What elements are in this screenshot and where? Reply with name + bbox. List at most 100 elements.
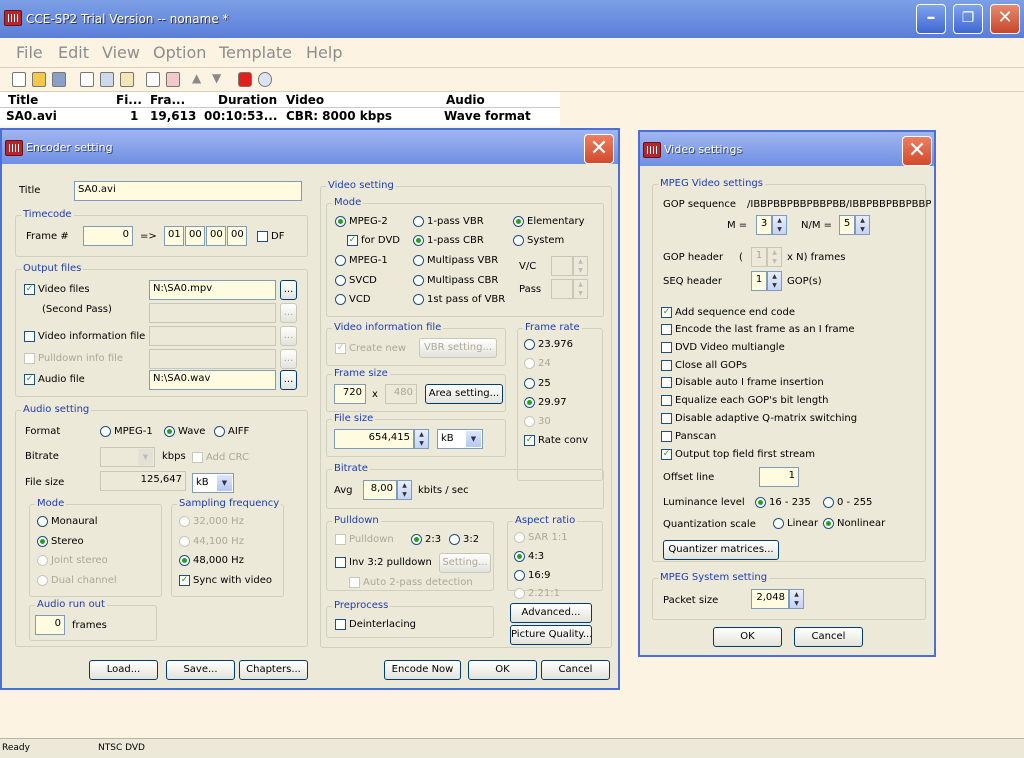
- elementary-radio[interactable]: [513, 216, 524, 227]
- rate-conv-checkbox[interactable]: ✓: [524, 435, 535, 446]
- menu-file[interactable]: File: [16, 43, 43, 62]
- video-file-size-field[interactable]: 654,415: [334, 429, 414, 449]
- quant-nonlinear-radio[interactable]: [823, 518, 834, 529]
- gop-header-field[interactable]: 1: [751, 247, 767, 267]
- video-unit-dropdown[interactable]: kB ▼: [437, 429, 483, 449]
- inv-pulldown-checkbox[interactable]: [335, 557, 346, 568]
- freq-32-radio[interactable]: [179, 516, 190, 527]
- m-spinner[interactable]: ▲ ▼: [772, 215, 787, 235]
- col-title[interactable]: Title: [8, 93, 38, 107]
- for-dvd-checkbox[interactable]: ✓: [347, 235, 358, 246]
- title-field[interactable]: SA0.avi: [74, 181, 302, 201]
- file-size-spinner[interactable]: ▲ ▼: [414, 429, 429, 449]
- aspect-sar-radio[interactable]: [514, 532, 525, 543]
- delete-icon[interactable]: [166, 72, 180, 87]
- frame-number-field[interactable]: 0: [83, 226, 133, 246]
- open-folder-icon[interactable]: [32, 72, 46, 87]
- col-frames[interactable]: Fra...: [150, 93, 185, 107]
- vbr1-radio[interactable]: [413, 216, 424, 227]
- create-new-checkbox[interactable]: ✓: [335, 343, 346, 354]
- mpeg1-radio[interactable]: [335, 255, 346, 266]
- offset-line-field[interactable]: 1: [759, 467, 799, 487]
- pulldown-info-browse-button[interactable]: ...: [280, 349, 297, 369]
- panscan-checkbox[interactable]: [661, 431, 672, 442]
- vc-field[interactable]: [551, 256, 573, 276]
- close-icon[interactable]: ✕: [990, 4, 1020, 34]
- auto-2pass-checkbox[interactable]: [349, 577, 360, 588]
- encode-last-i-checkbox[interactable]: [661, 324, 672, 335]
- avg-bitrate-spinner[interactable]: ▲ ▼: [397, 480, 412, 500]
- aspect-221-radio[interactable]: [514, 588, 525, 599]
- pass-field[interactable]: [551, 279, 573, 299]
- packet-size-spinner[interactable]: ▲ ▼: [789, 589, 804, 609]
- mode-monaural-radio[interactable]: [37, 516, 48, 527]
- audio-path-field[interactable]: N:\SA0.wav: [149, 370, 276, 390]
- pulldown-info-checkbox[interactable]: [24, 353, 35, 364]
- col-duration[interactable]: Duration: [218, 93, 277, 107]
- audio-browse-button[interactable]: ...: [280, 370, 297, 390]
- svcd-radio[interactable]: [335, 275, 346, 286]
- chapters-button[interactable]: Chapters...: [239, 660, 308, 680]
- video-path-field[interactable]: N:\SA0.mpv: [149, 280, 276, 300]
- audio-bitrate-dropdown[interactable]: ▼: [100, 447, 155, 467]
- vcd-radio[interactable]: [335, 294, 346, 305]
- pulldown-info-field[interactable]: [149, 349, 276, 369]
- quantizer-matrices-button[interactable]: Quantizer matrices...: [663, 540, 779, 560]
- rate-25-radio[interactable]: [524, 378, 535, 389]
- frame-height-field[interactable]: 480: [385, 384, 417, 404]
- second-pass-field[interactable]: [149, 303, 276, 323]
- equalize-gop-checkbox[interactable]: [661, 395, 672, 406]
- save-disk-icon[interactable]: [52, 72, 66, 87]
- freq-48-radio[interactable]: [179, 555, 190, 566]
- video-info-checkbox[interactable]: [24, 331, 35, 342]
- notes-icon[interactable]: [120, 72, 134, 87]
- freq-44-radio[interactable]: [179, 536, 190, 547]
- mode-joint-radio[interactable]: [37, 555, 48, 566]
- menu-help[interactable]: Help: [306, 43, 342, 62]
- packet-size-field[interactable]: 2,048: [751, 589, 789, 609]
- mpeg2-radio[interactable]: [335, 216, 346, 227]
- seq-header-field[interactable]: 1: [751, 271, 767, 291]
- df-checkbox[interactable]: [257, 231, 268, 242]
- aspect-43-radio[interactable]: [514, 551, 525, 562]
- top-field-first-checkbox[interactable]: ✓: [661, 449, 672, 460]
- pass-spinner[interactable]: ▲ ▼: [573, 279, 588, 299]
- video-browse-button[interactable]: ...: [280, 280, 297, 300]
- col-fi[interactable]: Fi...: [116, 93, 142, 107]
- sync-video-checkbox[interactable]: ✓: [179, 575, 190, 586]
- video-info-browse-button[interactable]: ...: [280, 326, 297, 346]
- nm-spinner[interactable]: ▲ ▼: [855, 215, 870, 235]
- timecode-seconds[interactable]: 00: [206, 226, 226, 246]
- load-button[interactable]: Load...: [89, 660, 158, 680]
- video-info-field[interactable]: [149, 326, 276, 346]
- add-seq-end-checkbox[interactable]: ✓: [661, 307, 672, 318]
- maximize-icon[interactable]: ❐: [953, 4, 983, 34]
- disable-qmatrix-checkbox[interactable]: [661, 413, 672, 424]
- vset-cancel-button[interactable]: Cancel: [794, 627, 863, 647]
- timecode-frames[interactable]: 00: [227, 226, 247, 246]
- format-wave-radio[interactable]: [164, 426, 175, 437]
- menu-option[interactable]: Option: [153, 43, 206, 62]
- new-file-icon[interactable]: [12, 72, 26, 87]
- deinterlacing-checkbox[interactable]: [335, 619, 346, 630]
- avg-bitrate-field[interactable]: 8,00: [363, 480, 397, 500]
- add-file-icon[interactable]: [80, 72, 94, 87]
- video-files-checkbox[interactable]: ✓: [24, 284, 35, 295]
- pulldown-23-radio[interactable]: [411, 534, 422, 545]
- disable-auto-i-checkbox[interactable]: [661, 377, 672, 388]
- close-gops-checkbox[interactable]: [661, 360, 672, 371]
- table-row[interactable]: SA0.avi 1 19,613 00:10:53... CBR: 8000 k…: [0, 108, 560, 126]
- lum-0-255-radio[interactable]: [823, 497, 834, 508]
- vset-close-icon[interactable]: ✕: [902, 136, 932, 166]
- audio-runout-field[interactable]: 0: [35, 615, 65, 635]
- aspect-169-radio[interactable]: [514, 570, 525, 581]
- menu-edit[interactable]: Edit: [58, 43, 89, 62]
- lum-16-235-radio[interactable]: [755, 497, 766, 508]
- move-down-icon[interactable]: ▼: [212, 72, 226, 87]
- vc-spinner[interactable]: ▲ ▼: [573, 256, 588, 276]
- menu-template[interactable]: Template: [219, 43, 292, 62]
- encode-now-button[interactable]: Encode Now: [384, 660, 461, 680]
- quant-linear-radio[interactable]: [773, 518, 784, 529]
- area-setting-button[interactable]: Area setting...: [425, 384, 503, 404]
- audio-file-checkbox[interactable]: ✓: [24, 374, 35, 385]
